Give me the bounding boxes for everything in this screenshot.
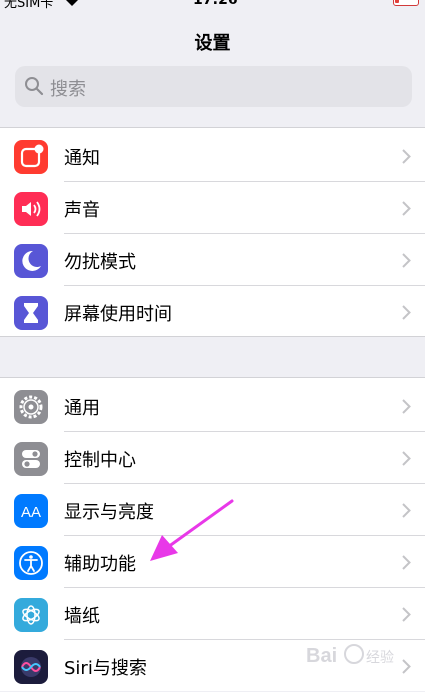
settings-row-notifications[interactable]: 通知 <box>0 130 425 182</box>
row-label: 控制中心 <box>64 450 136 471</box>
settings-row-screen-time[interactable]: 屏幕使用时间 <box>0 286 425 338</box>
page-title: 设置 <box>194 33 231 54</box>
clock-time: 17:26 <box>193 0 238 8</box>
row-label: 辅助功能 <box>64 554 136 575</box>
row-label: 通用 <box>64 398 100 419</box>
chevron-right-icon <box>402 149 411 168</box>
status-bar: 无SIM卡 17:26 <box>0 0 425 14</box>
search-placeholder: 搜索 <box>50 79 86 100</box>
svg-text:Bai: Bai <box>306 645 337 667</box>
chevron-right-icon <box>402 451 411 470</box>
screen-time-icon <box>14 296 48 330</box>
row-label: 声音 <box>64 200 100 221</box>
display-brightness-icon: AA <box>14 494 48 528</box>
settings-row-general[interactable]: 通用 <box>0 380 425 432</box>
settings-row-wallpaper[interactable]: 墙纸 <box>0 588 425 640</box>
carrier-label: 无SIM卡 <box>4 0 54 11</box>
notifications-icon <box>14 140 48 174</box>
general-gear-icon <box>14 390 48 424</box>
wallpaper-icon <box>14 598 48 632</box>
search-icon <box>24 76 44 100</box>
battery-icon <box>393 0 419 6</box>
chevron-right-icon <box>402 607 411 626</box>
row-label: 屏幕使用时间 <box>64 304 172 325</box>
chevron-right-icon <box>402 201 411 220</box>
do-not-disturb-icon <box>14 244 48 278</box>
settings-row-sounds[interactable]: 声音 <box>0 182 425 234</box>
wifi-icon <box>64 0 80 11</box>
chevron-right-icon <box>402 253 411 272</box>
chevron-right-icon <box>402 399 411 418</box>
chevron-right-icon <box>402 555 411 574</box>
baidu-watermark-logo: Bai 经验 <box>304 636 424 676</box>
row-label: 勿扰模式 <box>64 252 136 273</box>
sounds-icon <box>14 192 48 226</box>
chevron-right-icon <box>402 503 411 522</box>
settings-row-control-center[interactable]: 控制中心 <box>0 432 425 484</box>
svg-text:经验: 经验 <box>366 650 394 666</box>
svg-text:AA: AA <box>21 504 41 521</box>
siri-icon <box>14 650 48 684</box>
search-input[interactable]: 搜索 <box>15 66 412 107</box>
row-label: 通知 <box>64 148 100 169</box>
settings-group-1: 通知 声音 勿扰模式 屏幕使用时间 <box>0 127 425 337</box>
settings-row-do-not-disturb[interactable]: 勿扰模式 <box>0 234 425 286</box>
row-label: 墙纸 <box>64 606 100 627</box>
row-label: Siri与搜索 <box>64 658 147 679</box>
annotation-arrow-icon <box>140 495 240 569</box>
control-center-icon <box>14 442 48 476</box>
accessibility-icon <box>14 546 48 580</box>
chevron-right-icon <box>402 305 411 324</box>
